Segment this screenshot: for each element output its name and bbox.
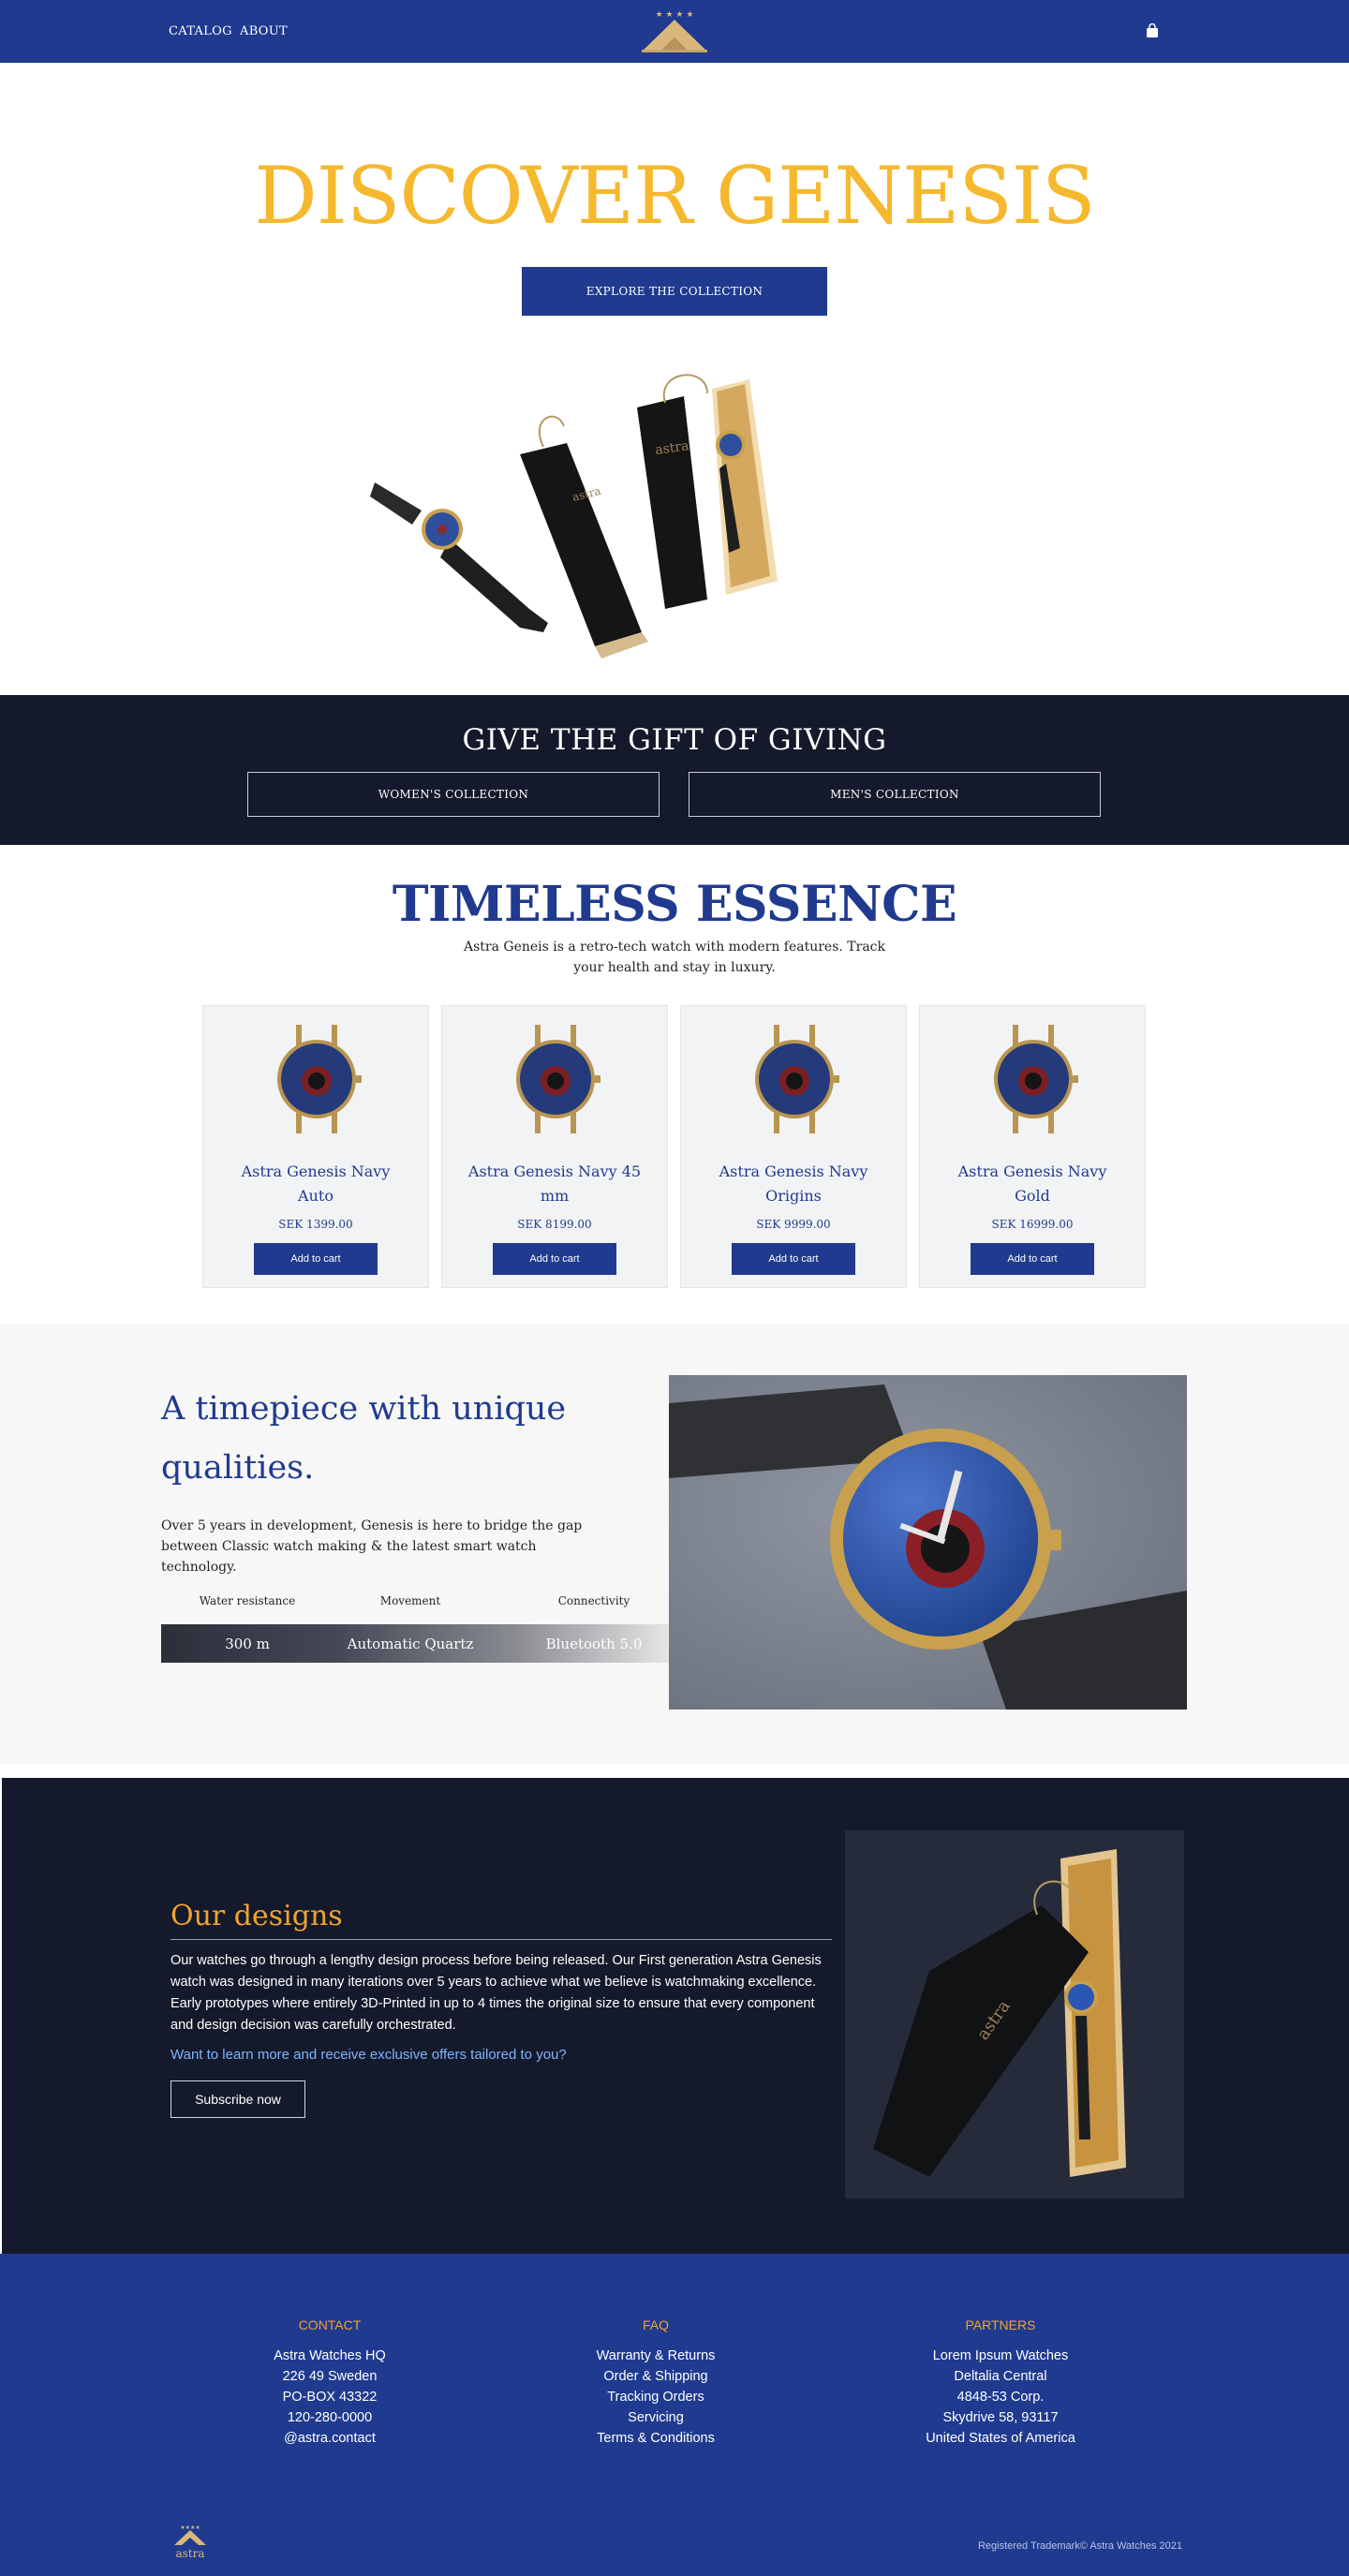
footer-link[interactable]: Warranty & Returns: [534, 2346, 778, 2366]
footer-link[interactable]: Astra Watches HQ: [208, 2346, 452, 2366]
footer-link[interactable]: Order & Shipping: [534, 2366, 778, 2387]
footer-column-contact: CONTACT Astra Watches HQ 226 49 Sweden P…: [208, 2317, 452, 2449]
spec-label-connectivity: Connectivity: [557, 1594, 630, 1607]
nav-link-about[interactable]: ABOUT: [240, 24, 288, 38]
explore-collection-button[interactable]: EXPLORE THE COLLECTION: [522, 267, 827, 316]
product-price: SEK 1399.00: [278, 1218, 353, 1231]
product-price: SEK 8199.00: [517, 1218, 592, 1231]
add-to-cart-button[interactable]: Add to cart: [254, 1243, 378, 1275]
product-card[interactable]: Astra Genesis Navy Origins SEK 9999.00 A…: [680, 1005, 907, 1288]
footer-link[interactable]: 226 49 Sweden: [208, 2366, 452, 2387]
footer-link[interactable]: Terms & Conditions: [534, 2428, 778, 2449]
svg-text:astra: astra: [175, 2547, 204, 2560]
footer-column-partners: PARTNERS Lorem Ipsum Watches Deltalia Ce…: [879, 2317, 1122, 2449]
designs-divider: [170, 1939, 832, 1940]
product-card[interactable]: Astra Genesis Navy Auto SEK 1399.00 Add …: [202, 1005, 429, 1288]
spec-value-connectivity: Bluetooth 5.0: [545, 1636, 643, 1652]
astra-logo[interactable]: ★ ★ ★ ★: [632, 7, 717, 53]
spec-label-water: Water resistance: [199, 1594, 296, 1607]
footer-link[interactable]: 120-280-0000: [208, 2407, 452, 2428]
designs-cta[interactable]: Want to learn more and receive exclusive…: [170, 2047, 567, 2063]
watch-photo: [669, 1375, 1187, 1710]
nav-link-catalog[interactable]: CATALOG: [169, 24, 232, 38]
watch-face-image: [755, 1025, 839, 1133]
footer: CONTACT Astra Watches HQ 226 49 Sweden P…: [0, 2254, 1349, 2576]
add-to-cart-button[interactable]: Add to cart: [732, 1243, 855, 1275]
footer-link[interactable]: Tracking Orders: [534, 2387, 778, 2407]
designs-section: Our designs Our watches go through a len…: [2, 1778, 1349, 2254]
shopping-bag-icon[interactable]: [1146, 23, 1159, 38]
spec-label-movement: Movement: [379, 1594, 441, 1607]
svg-text:★★★★: ★★★★: [180, 2524, 200, 2531]
spec-value-movement: Automatic Quartz: [347, 1636, 474, 1652]
subscribe-button[interactable]: Subscribe now: [170, 2080, 305, 2118]
mens-collection-button[interactable]: MEN'S COLLECTION: [689, 772, 1101, 817]
product-price: SEK 16999.00: [991, 1218, 1074, 1231]
footer-column-faq: FAQ Warranty & Returns Order & Shipping …: [534, 2317, 778, 2449]
svg-text:★ ★ ★ ★: ★ ★ ★ ★: [656, 10, 694, 20]
hero-title: DISCOVER GENESIS: [254, 150, 1095, 242]
footer-link[interactable]: Lorem Ipsum Watches: [879, 2346, 1122, 2366]
footer-link[interactable]: United States of America: [879, 2428, 1122, 2449]
timeless-description: Astra Geneis is a retro-tech watch with …: [463, 940, 886, 975]
footer-link[interactable]: Skydrive 58, 93117: [879, 2407, 1122, 2428]
product-name[interactable]: Astra Genesis Navy Origins: [700, 1160, 887, 1208]
product-name[interactable]: Astra Genesis Navy 45 mm: [461, 1160, 648, 1208]
watch-face-image: [516, 1025, 600, 1133]
product-name[interactable]: Astra Genesis Navy Gold: [939, 1160, 1126, 1208]
footer-link[interactable]: 4848-53 Corp.: [879, 2387, 1122, 2407]
hero-watch-boxes-image: astra astra: [370, 374, 778, 659]
footer-heading: PARTNERS: [965, 2317, 1036, 2332]
footer-link[interactable]: PO-BOX 43322: [208, 2387, 452, 2407]
gift-title: GIVE THE GIFT OF GIVING: [462, 723, 887, 757]
features-title: A timepiece with unique qualities.: [161, 1390, 567, 1487]
product-price: SEK 9999.00: [756, 1218, 831, 1231]
footer-link[interactable]: @astra.contact: [208, 2428, 452, 2449]
timeless-title: TIMELESS ESSENCE: [392, 876, 957, 933]
add-to-cart-button[interactable]: Add to cart: [493, 1243, 616, 1275]
copyright: Registered Trademark© Astra Watches 2021: [977, 2540, 1182, 2552]
gift-banner: GIVE THE GIFT OF GIVING WOMEN'S COLLECTI…: [0, 695, 1349, 845]
features-section: A timepiece with unique qualities. Over …: [0, 1324, 1349, 1764]
footer-link[interactable]: Servicing: [534, 2407, 778, 2428]
designs-title: Our designs: [170, 1900, 343, 1932]
add-to-cart-button[interactable]: Add to cart: [971, 1243, 1094, 1275]
womens-collection-button[interactable]: WOMEN'S COLLECTION: [247, 772, 660, 817]
designs-body: Our watches go through a lengthy design …: [170, 1953, 822, 2033]
features-description: Over 5 years in development, Genesis is …: [161, 1518, 583, 1575]
watch-face-image: [994, 1025, 1078, 1133]
product-card[interactable]: Astra Genesis Navy Gold SEK 16999.00 Add…: [919, 1005, 1146, 1288]
product-card[interactable]: Astra Genesis Navy 45 mm SEK 8199.00 Add…: [441, 1005, 668, 1288]
top-nav: CATALOG ABOUT ★ ★ ★ ★: [0, 0, 1349, 63]
footer-heading: FAQ: [642, 2317, 669, 2332]
spec-value-water: 300 m: [225, 1636, 270, 1652]
watch-face-image: [277, 1025, 362, 1133]
watch-box-photo: astra: [845, 1830, 1184, 2198]
footer-link[interactable]: Deltalia Central: [879, 2366, 1122, 2387]
footer-heading: CONTACT: [298, 2317, 362, 2332]
footer-astra-logo[interactable]: ★★★★ astra: [167, 2523, 214, 2560]
product-name[interactable]: Astra Genesis Navy Auto: [222, 1160, 409, 1208]
